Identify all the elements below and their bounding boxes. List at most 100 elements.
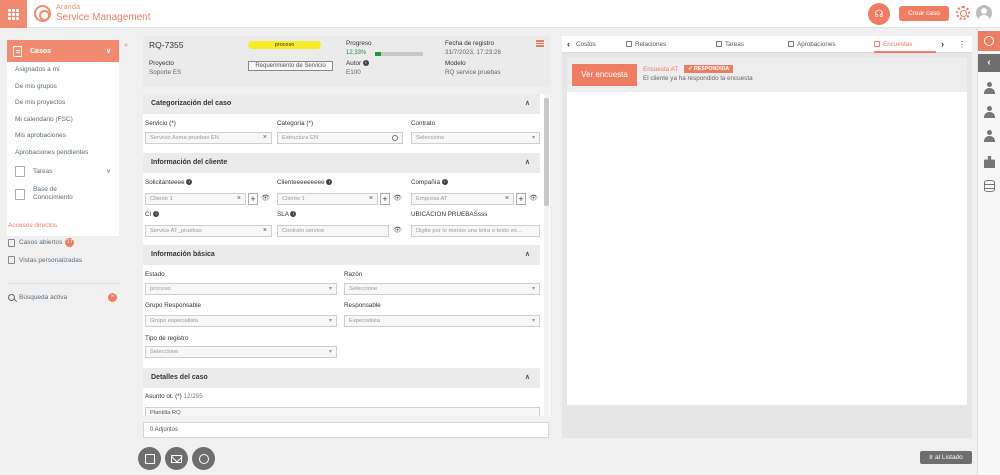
nav-knowledge-base[interactable]: Base de Conocimiento (7, 181, 119, 207)
book-icon (15, 188, 25, 200)
nav-my-projects[interactable]: De mis proyectos (7, 95, 119, 112)
info-icon[interactable]: i (441, 179, 448, 186)
contract-select[interactable]: Seleccione (411, 132, 540, 144)
custom-views-link[interactable]: Vistas personalizadas (8, 256, 82, 264)
subject-field[interactable]: Plantilla RQ (145, 407, 540, 416)
timer-button[interactable] (192, 447, 215, 470)
clear-search-close-icon[interactable]: × (108, 293, 117, 302)
active-search-item[interactable]: Búsqueda activa × (8, 293, 120, 302)
add-company-plus-button[interactable]: + (516, 193, 526, 205)
reason-select[interactable]: Seleccione (344, 283, 540, 295)
brand-product: Service Management (56, 12, 151, 23)
form-scrollbar[interactable] (544, 94, 549, 416)
survey-name: Encuesta AT (643, 66, 679, 73)
settings-gear-icon[interactable] (956, 6, 970, 20)
reg-type-select[interactable]: Seleccione (145, 346, 337, 358)
aranda-logo-icon (34, 5, 51, 22)
clear-close-icon[interactable]: × (263, 133, 267, 143)
clear-close-icon[interactable]: × (263, 226, 267, 236)
add-requester-plus-button[interactable]: + (248, 193, 258, 205)
section-client-info[interactable]: Información del cliente ∧ (143, 153, 540, 173)
info-icon[interactable]: i (362, 60, 369, 67)
surveys-icon (874, 41, 880, 48)
nav-tasks[interactable]: Tareas ∨ (7, 161, 119, 181)
ci-field[interactable]: Service AT_pruebas × (145, 225, 272, 237)
progress-bar-fill (375, 52, 381, 56)
view-survey-button[interactable]: Ver encuesta (572, 64, 637, 86)
nav-my-groups[interactable]: De mis grupos (7, 79, 119, 96)
scrollbar-thumb[interactable] (544, 98, 549, 206)
section-title: Información del cliente (151, 159, 228, 166)
tab-approvals[interactable]: Aprobaciones (788, 36, 836, 53)
database-icon[interactable] (984, 180, 995, 192)
author-label: Autor (346, 60, 362, 67)
clear-close-icon[interactable]: × (505, 194, 509, 204)
nav-pending-approvals[interactable]: Aprobaciones pendientes (7, 145, 119, 162)
custom-views-label: Vistas personalizadas (19, 256, 83, 264)
open-cases-label: Casos abiertos (19, 239, 63, 246)
tabs-prev-chevron-icon[interactable]: ‹ (567, 36, 570, 53)
info-icon[interactable]: i (326, 179, 333, 186)
go-to-list-button[interactable]: Ir al Listado (920, 451, 972, 464)
section-categorization[interactable]: Categorización del caso ∧ (143, 94, 540, 114)
tab-surveys[interactable]: Encuestas (874, 36, 936, 53)
responsible-select[interactable]: Especialista (344, 315, 540, 327)
cases-section-header[interactable]: Casos ∨ (7, 40, 119, 62)
tab-tasks[interactable]: Tareas (716, 36, 744, 53)
add-client-plus-button[interactable]: + (380, 193, 390, 205)
rail-collapse-chevron-icon[interactable]: ‹ (978, 54, 1000, 72)
info-icon[interactable]: i (186, 179, 193, 186)
sla-field[interactable]: Contrato service (277, 225, 389, 237)
author-label-row: Autor i (346, 60, 369, 67)
nav-my-calendar[interactable]: Mi calendario (FSC) (7, 112, 119, 129)
apps-menu-button[interactable] (0, 0, 27, 28)
service-field[interactable]: Servicio Asma pruebas EN × (145, 132, 272, 144)
attachments-bar[interactable]: 0 Adjuntos (143, 422, 549, 438)
info-icon[interactable]: i (153, 211, 160, 218)
tab-costs[interactable]: Costos (576, 36, 596, 53)
section-basic-info[interactable]: Información básica ∧ (143, 245, 540, 265)
info-icon[interactable]: i (290, 211, 297, 218)
clear-close-icon[interactable]: × (237, 194, 241, 204)
email-button[interactable] (165, 447, 188, 470)
view-eye-icon[interactable]: 👁 (393, 194, 402, 202)
state-select[interactable]: proceso (145, 283, 337, 295)
view-eye-icon[interactable]: 👁 (529, 194, 538, 202)
request-type-badge: Requerimiento de Servicio (248, 61, 333, 71)
group-select[interactable]: Grupo especialista (145, 315, 337, 327)
requester-label: Solicitanteeee (145, 179, 185, 186)
user-icon[interactable] (984, 82, 995, 94)
search-icon[interactable] (392, 135, 398, 141)
client-value: Cliente 1 (282, 196, 305, 202)
approvals-icon (788, 41, 794, 48)
nav-my-approvals[interactable]: Mis aprobaciones (7, 128, 119, 145)
headset-icon: ☊ (874, 8, 884, 20)
create-case-button[interactable]: Crear caso (899, 6, 949, 21)
view-eye-icon[interactable]: 👁 (261, 194, 270, 202)
nav-assigned-to-me[interactable]: Asignados a mí (7, 62, 119, 79)
open-cases-link[interactable]: Casos abiertos 17 (8, 238, 75, 247)
collapse-sidebar-icon[interactable]: « (124, 42, 128, 49)
view-eye-icon[interactable]: 👁 (393, 226, 402, 234)
list-view-icon[interactable] (536, 40, 544, 47)
clear-close-icon[interactable]: × (369, 194, 373, 204)
user-avatar[interactable] (976, 5, 992, 21)
category-field[interactable]: Estructura EN (277, 132, 403, 144)
notes-button[interactable] (138, 447, 161, 470)
client-field[interactable]: Cliente 1 × (277, 193, 378, 205)
list-icon (8, 256, 15, 264)
tabs-next-chevron-icon[interactable]: › (941, 36, 944, 53)
user-presentation-icon[interactable] (984, 106, 995, 118)
model-value: RQ service pruebas (445, 69, 501, 76)
building-icon[interactable] (984, 156, 995, 168)
support-headset-button[interactable]: ☊ (868, 3, 890, 25)
company-field[interactable]: Empresa AT × (411, 193, 514, 205)
rail-timer-button[interactable] (978, 31, 1000, 51)
company-label-row: Compañía i (411, 179, 448, 186)
more-options-icon[interactable]: ⋮ (958, 36, 966, 53)
tab-relations[interactable]: Relaciones (626, 36, 666, 53)
location-field[interactable]: Digite por lo menos una letra o texto es… (411, 225, 540, 237)
section-case-details[interactable]: Detalles del caso ∧ (143, 368, 540, 388)
requester-field[interactable]: Cliente 1 × (145, 193, 246, 205)
group-user-icon[interactable] (984, 130, 995, 142)
